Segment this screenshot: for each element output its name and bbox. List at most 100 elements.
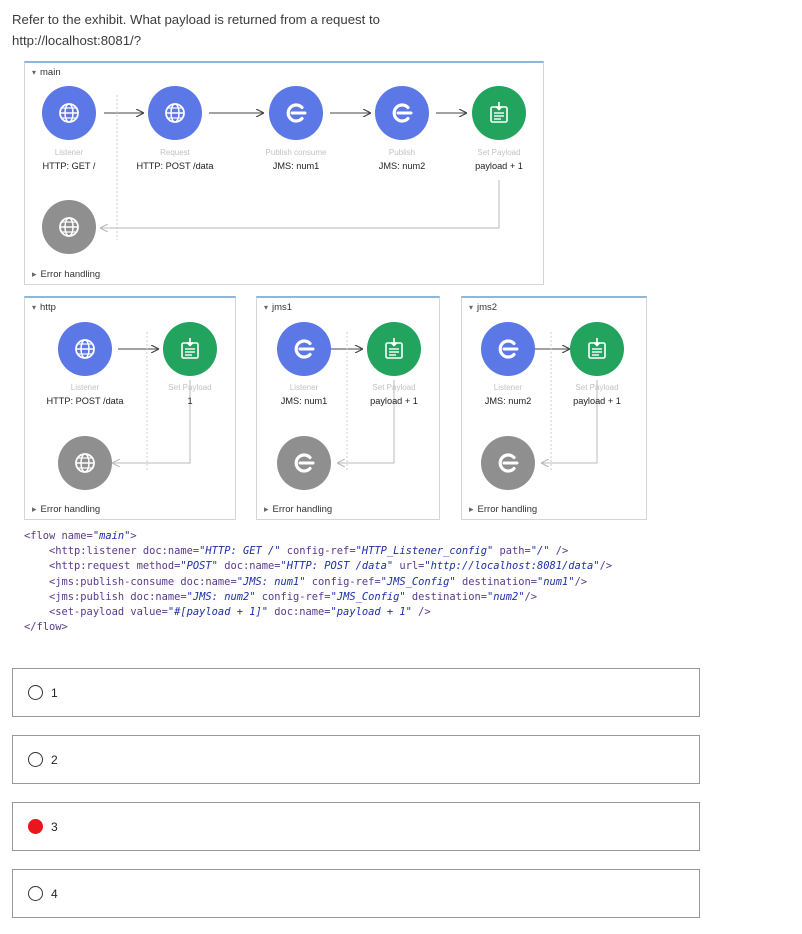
code-token: "JMS_Config" [330,590,406,603]
jms1-set-payload-node[interactable] [367,322,421,376]
question-line-2: http://localhost:8081/? [12,33,142,48]
http-set-payload-node[interactable] [163,322,217,376]
code-token: "#[payload + 1]" [167,606,268,619]
main-flow-title[interactable]: main [32,67,61,78]
http-error-handling[interactable]: Error handling [32,504,101,515]
http-listener-node[interactable] [58,322,112,376]
code-token: "JMS_Config" [380,575,456,588]
main-http-listener-node[interactable] [42,86,96,140]
code-token: config-ref= [305,575,381,588]
code-line: </flow> [24,620,612,635]
node-type-label: Set Payload [168,383,212,392]
node-name-label: HTTP: GET / [42,161,96,171]
set-payload-icon [175,334,205,364]
jms-icon [493,334,523,364]
code-token: "JMS: num2" [186,590,256,603]
globe-icon [160,98,190,128]
main-http-request-node[interactable] [148,86,202,140]
code-token: "HTTP: GET /" [199,545,281,558]
code-token: /> [599,560,613,573]
node-type-label: Listener [54,148,84,157]
code-token: <http:request method= [24,560,181,573]
question-text: Refer to the exhibit. What payload is re… [12,9,472,51]
code-token: </flow> [24,621,68,634]
jms2-error-handling[interactable]: Error handling [469,504,538,515]
http-flow-title[interactable]: http [32,302,56,313]
globe-icon [54,212,84,242]
code-line: <flow name="main"> [24,529,612,544]
node-name-label: HTTP: POST /data [46,396,124,406]
radio-button[interactable] [28,685,43,700]
answer-option-label: 4 [51,887,58,901]
node-name-label: payload + 1 [370,396,418,406]
jms2-flow-title[interactable]: jms2 [469,302,497,313]
code-token: <jms:publish-consume doc:name= [24,575,237,588]
node-type-label: Listener [70,383,100,392]
main-set-payload-node[interactable] [472,86,526,140]
jms-icon [387,98,417,128]
code-token: doc:name= [267,606,331,619]
code-token: destination= [455,575,538,588]
code-token: /> [549,545,569,558]
code-line: <set-payload value="#[payload + 1]" doc:… [24,605,612,620]
code-token: <http:listener doc:name= [24,545,200,558]
set-payload-icon [484,98,514,128]
code-token: path= [493,545,531,558]
set-payload-icon [379,334,409,364]
code-line: <http:listener doc:name="HTTP: GET /" co… [24,544,612,559]
http-error-source-node[interactable] [58,436,112,490]
jms1-error-handling[interactable]: Error handling [264,504,333,515]
code-token: <flow name= [24,530,93,542]
code-token: config-ref= [280,545,356,558]
jms-icon [281,98,311,128]
code-token: > [130,530,137,542]
code-line: <jms:publish doc:name="JMS: num2" config… [24,590,612,605]
node-type-label: Request [160,148,190,157]
code-token: "/" [530,545,550,558]
jms1-flow-title[interactable]: jms1 [264,302,292,313]
question-line-1: Refer to the exhibit. What payload is re… [12,12,380,27]
code-token: "http://localhost:8081/data" [424,560,600,573]
answer-option-1[interactable]: 1 [12,668,700,717]
jms2-error-source-node[interactable] [481,436,535,490]
jms2-set-payload-node[interactable] [570,322,624,376]
code-token: "JMS: num1" [236,575,306,588]
main-error-handling[interactable]: Error handling [32,269,101,280]
node-type-label: Set Payload [372,383,416,392]
answer-option-label: 3 [51,820,58,834]
radio-button[interactable] [28,886,43,901]
node-name-label: HTTP: POST /data [136,161,214,171]
code-token: <jms:publish doc:name= [24,590,187,603]
jms2-listener-node[interactable] [481,322,535,376]
globe-icon [70,448,100,478]
set-payload-icon [582,334,612,364]
code-token: "HTTP: POST /data" [280,560,394,573]
node-name-label: payload + 1 [573,396,621,406]
code-line: <http:request method="POST" doc:name="HT… [24,559,612,574]
jms1-error-source-node[interactable] [277,436,331,490]
main-jms-publish-node[interactable] [375,86,429,140]
code-token: "main" [92,530,131,542]
main-jms-publish-consume-node[interactable] [269,86,323,140]
radio-button-selected[interactable] [28,819,43,834]
jms-icon [289,334,319,364]
answer-option-label: 2 [51,753,58,767]
code-token: /> [524,590,538,603]
main-error-source-node[interactable] [42,200,96,254]
globe-icon [54,98,84,128]
node-type-label: Set Payload [575,383,619,392]
code-token: config-ref= [255,590,331,603]
answer-option-3[interactable]: 3 [12,802,700,851]
jms1-listener-node[interactable] [277,322,331,376]
flow-xml-code: <flow name="main"> <http:listener doc:na… [24,529,612,635]
node-name-label: JMS: num1 [272,161,320,171]
answer-option-4[interactable]: 4 [12,869,700,918]
radio-button[interactable] [28,752,43,767]
code-token: /> [574,575,588,588]
answer-option-label: 1 [51,686,58,700]
code-line: <jms:publish-consume doc:name="JMS: num1… [24,575,612,590]
answer-option-2[interactable]: 2 [12,735,700,784]
node-name-label: 1 [187,396,193,406]
code-token: "POST" [180,560,218,573]
globe-icon [70,334,100,364]
